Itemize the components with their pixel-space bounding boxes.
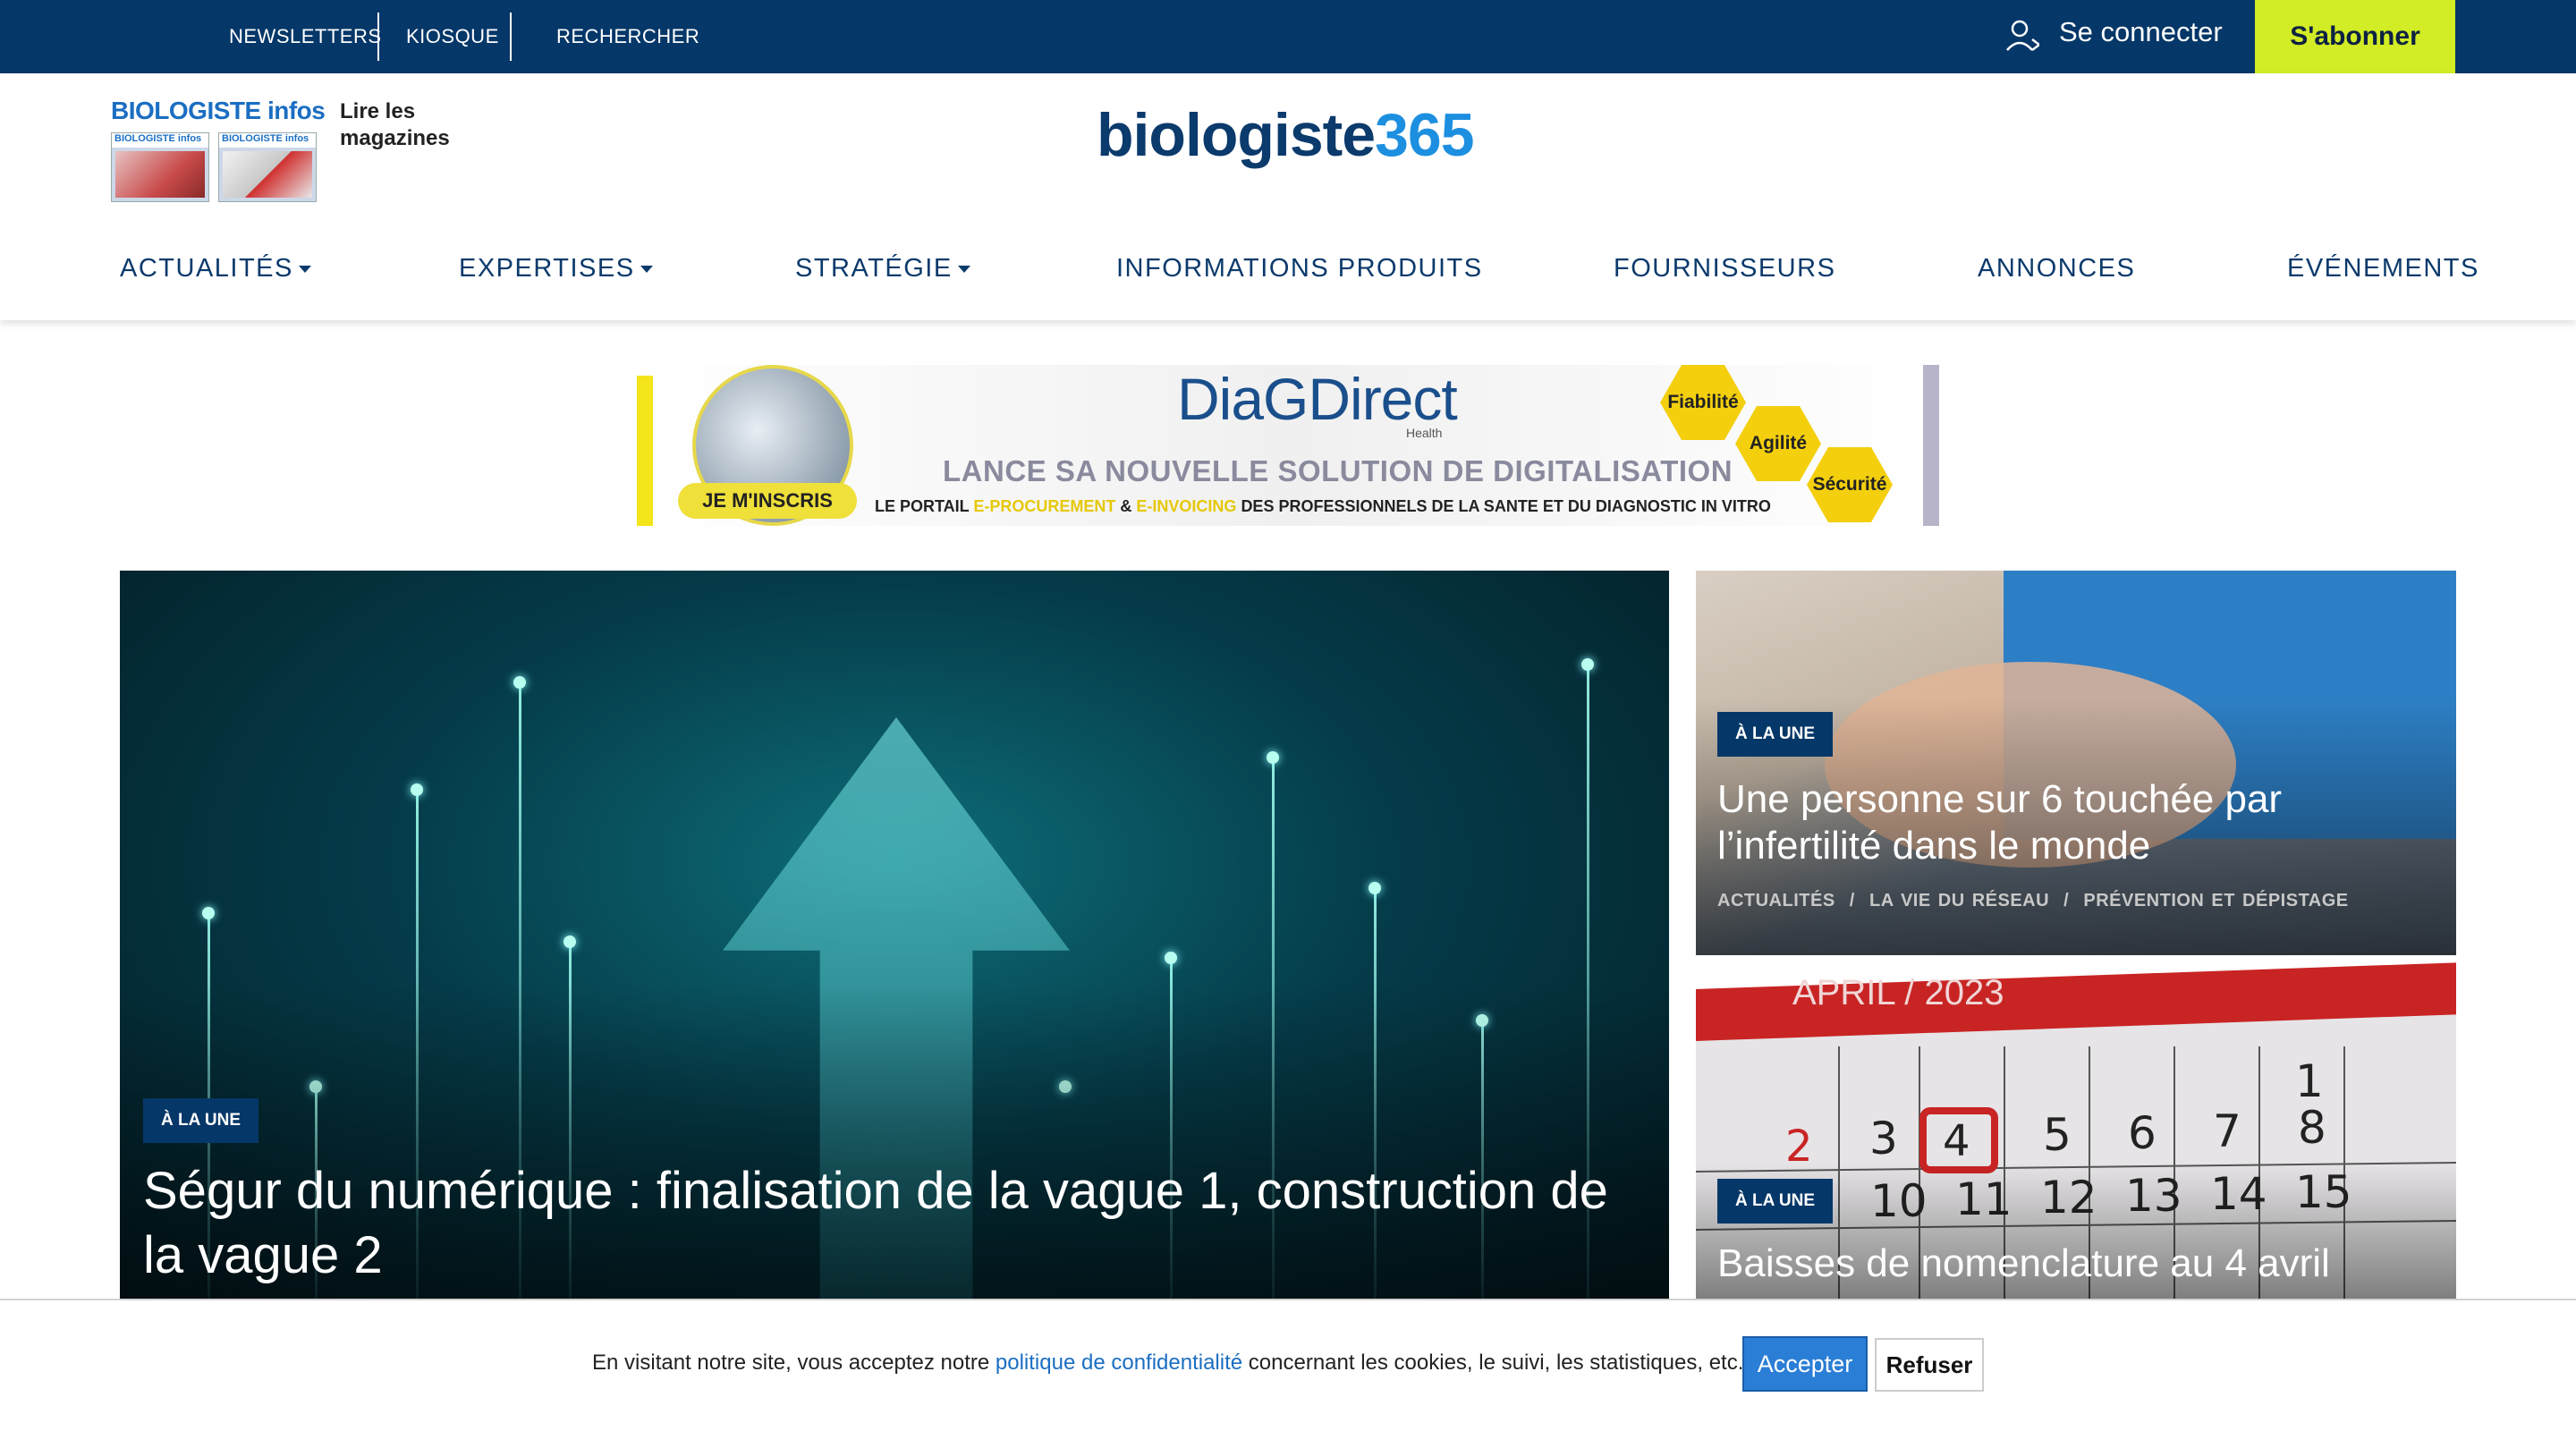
svg-text:5: 5 [2043, 1109, 2072, 1161]
ad-headline: LANCE SA NOUVELLE SOLUTION DE DIGITALISA… [943, 454, 1733, 487]
ad-brand-sub: Health [1406, 426, 1443, 440]
nav-informations-produits[interactable]: INFORMATIONS PRODUITS [1116, 254, 1483, 284]
tag-link[interactable]: ACTUALITÉS [1717, 891, 1835, 910]
category-badge[interactable]: À LA UNE [143, 1098, 259, 1143]
svg-text:3: 3 [1869, 1113, 1898, 1164]
svg-text:1: 1 [2295, 1055, 2324, 1107]
accept-cookies-button[interactable]: Accepter [1742, 1336, 1868, 1392]
ad-accent-bar [1923, 365, 1939, 526]
magazine-title[interactable]: BIOLOGISTE infos [111, 97, 326, 125]
nav-expertises[interactable]: EXPERTISES [459, 254, 653, 284]
divider [510, 13, 512, 61]
nav-fournisseurs[interactable]: FOURNISSEURS [1614, 254, 1835, 284]
caret-down-icon [640, 266, 653, 274]
main-article-title[interactable]: Ségur du numérique : finalisation de la … [143, 1159, 1646, 1288]
svg-text:6: 6 [2128, 1107, 2157, 1159]
caret-down-icon [957, 266, 970, 274]
magazine-cover[interactable]: BIOLOGISTE infos [111, 132, 209, 202]
magazine-cover-label: BIOLOGISTE infos [112, 133, 208, 148]
nav-annonces[interactable]: ANNONCES [1978, 254, 2135, 284]
newsletters-link[interactable]: NEWSLETTERS [229, 25, 382, 48]
tag-separator: / [1849, 891, 1855, 910]
subscribe-button[interactable]: S'abonner [2255, 0, 2455, 73]
light-dot [1267, 751, 1279, 764]
side-article-title[interactable]: Une personne sur 6 touchée par l’inferti… [1717, 776, 2433, 869]
article-tags: ACTUALITÉS / LA VIE DU RÉSEAU / PRÉVENTI… [1717, 891, 2349, 911]
login-link[interactable]: Se connecter [2059, 16, 2223, 48]
svg-text:7: 7 [2213, 1105, 2241, 1157]
calendar-month: APRIL / 2023 [1792, 973, 2004, 1012]
magazine-cover-image [223, 151, 312, 198]
user-icon[interactable] [2005, 18, 2039, 54]
nav-evenements[interactable]: ÉVÉNEMENTS [2287, 254, 2479, 284]
nav-strategie[interactable]: STRATÉGIE [795, 254, 970, 284]
light-dot [411, 783, 423, 796]
cookie-message: En visitant notre site, vous acceptez no… [592, 1351, 1744, 1375]
privacy-policy-link[interactable]: politique de confidentialité [996, 1351, 1242, 1375]
search-link[interactable]: RECHERCHER [556, 25, 699, 48]
tag-link[interactable]: PRÉVENTION ET DÉPISTAGE [2083, 891, 2348, 910]
magazine-cover[interactable]: BIOLOGISTE infos [218, 132, 317, 202]
magazine-cover-image [115, 151, 205, 198]
tag-link[interactable]: LA VIE DU RÉSEAU [1869, 891, 2049, 910]
kiosque-link[interactable]: KIOSQUE [406, 25, 499, 48]
light-dot [202, 907, 215, 919]
ad-cta-button[interactable]: JE M'INSCRIS [678, 483, 857, 519]
tag-separator: / [2063, 891, 2070, 910]
light-dot [1165, 952, 1177, 964]
side-article-title[interactable]: Baisses de nomenclature au 4 avril [1717, 1241, 2330, 1286]
light-dot [513, 676, 526, 689]
site-logo[interactable]: biologiste365 [1097, 100, 1475, 170]
category-badge[interactable]: À LA UNE [1717, 712, 1834, 757]
light-dot [1581, 658, 1594, 671]
ad-accent-bar [637, 376, 653, 526]
divider [377, 13, 379, 61]
ad-subline: LE PORTAIL E-PROCUREMENT & E-INVOICING D… [875, 497, 1771, 515]
refuse-cookies-button[interactable]: Refuser [1875, 1338, 1984, 1392]
light-dot [1368, 882, 1381, 894]
nav-actualites[interactable]: ACTUALITÉS [120, 254, 311, 284]
caret-down-icon [298, 266, 311, 274]
read-magazines-link[interactable]: Lire les magazines [340, 98, 474, 152]
ad-brand-logo: DiaGDirect [1177, 366, 1458, 432]
svg-text:8: 8 [2298, 1102, 2326, 1154]
category-badge[interactable]: À LA UNE [1717, 1179, 1834, 1224]
magazine-cover-label: BIOLOGISTE infos [219, 133, 316, 148]
light-dot [564, 936, 576, 948]
svg-text:4: 4 [1943, 1116, 1970, 1166]
